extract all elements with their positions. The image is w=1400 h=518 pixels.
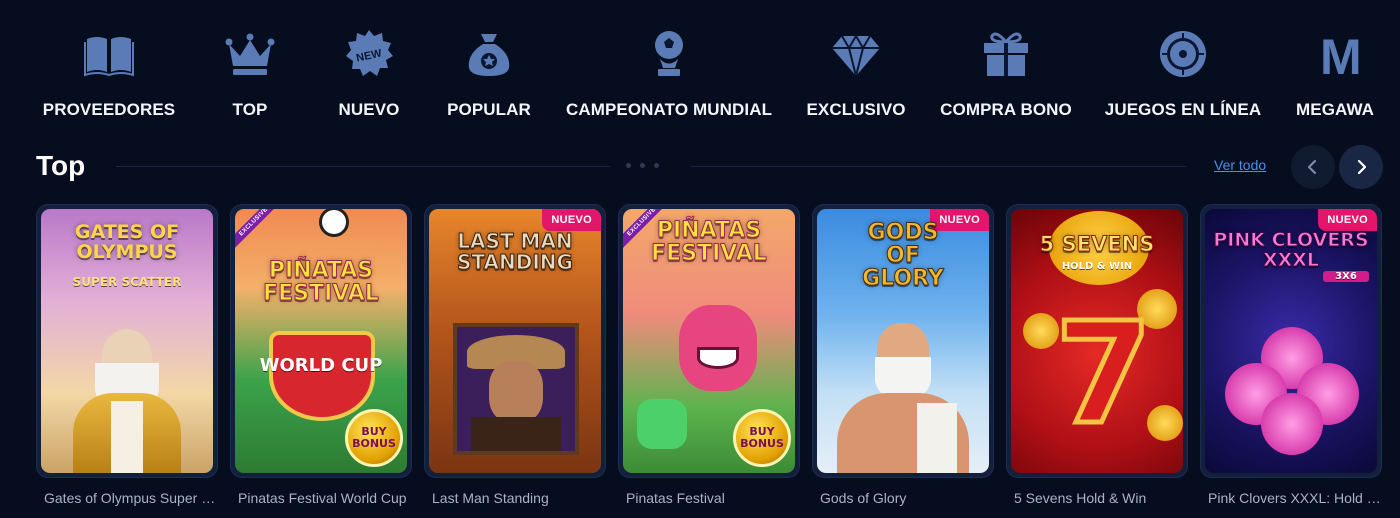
crown-icon — [222, 26, 278, 82]
new-badge-icon: NEW — [341, 26, 397, 82]
gold-coin — [1023, 313, 1059, 349]
category-nuevo[interactable]: NEW NUEVO — [337, 26, 401, 136]
game-card[interactable]: NUEVO Last Man Standing Last Man Standin… — [424, 204, 606, 506]
game-card[interactable]: Gates of Olympus Super Scatter Gates of … — [36, 204, 218, 506]
category-label: MEGAWA — [1296, 100, 1375, 119]
new-badge: NUEVO — [542, 209, 601, 231]
buy-bonus-badge: BUY BONUS — [345, 409, 403, 467]
game-name: Pink Clovers XXXL: Hold & Win — [1208, 490, 1382, 506]
category-top[interactable]: TOP — [220, 26, 280, 136]
buy-bonus-badge: BUY BONUS — [733, 409, 791, 467]
game-thumbnail: NUEVO Pink Clovers XXXL 3x6 — [1205, 209, 1377, 473]
category-popular[interactable]: POPULAR — [447, 26, 531, 136]
category-label: EXCLUSIVO — [806, 100, 906, 119]
game-card[interactable]: EXCLUSIVE Piñatas Festival World Cup BUY… — [230, 204, 412, 506]
book-icon — [81, 26, 137, 82]
section-title: Top — [36, 150, 86, 181]
thumbnail-title: Piñatas Festival — [651, 218, 768, 267]
game-card[interactable]: NUEVO Gods of Glory Gods of Glory — [812, 204, 994, 506]
category-proveedores[interactable]: PROVEEDORES — [43, 26, 175, 136]
portrait-frame — [453, 323, 579, 455]
clover-symbol — [1225, 327, 1361, 457]
thumbnail-title: Piñatas Festival — [263, 258, 380, 307]
thumbnail-title: Gates of Olympus — [74, 221, 180, 263]
game-thumbnail: NUEVO Last Man Standing — [429, 209, 601, 473]
new-badge: NUEVO — [1318, 209, 1377, 231]
thumbnail-title: Pink Clovers XXXL — [1213, 229, 1369, 271]
category-label: TOP — [232, 100, 268, 119]
game-name: Gods of Glory — [820, 490, 907, 506]
game-thumbnail: NUEVO Gods of Glory — [817, 209, 989, 473]
category-label: JUEGOS EN LÍNEA — [1104, 100, 1262, 119]
game-card[interactable]: EXCLUSIVE Piñatas Festival BUY BONUS Pin… — [618, 204, 800, 506]
thumbnail-title: Gods of Glory — [862, 220, 945, 292]
category-label: CAMPEONATO MUNDIAL — [565, 100, 773, 119]
category-label: NUEVO — [338, 100, 400, 119]
see-all-link[interactable]: Ver todo — [1214, 157, 1266, 173]
game-thumbnail: Gates of Olympus Super Scatter — [41, 209, 213, 473]
game-card[interactable]: NUEVO Pink Clovers XXXL 3x6 Pink Clovers… — [1200, 204, 1382, 506]
megaways-icon: M — [1316, 26, 1372, 82]
category-campeonato-mundial[interactable]: CAMPEONATO MUNDIAL — [565, 26, 773, 136]
thumbnail-title: 5 Sevens — [1039, 232, 1155, 256]
thumbnail-subtitle: Hold & Win — [1061, 261, 1133, 272]
game-name: 5 Sevens Hold & Win — [1014, 490, 1147, 506]
thumbnail-subtitle: World Cup — [259, 355, 383, 376]
chevron-right-icon — [1357, 159, 1367, 175]
chevron-left-icon — [1307, 159, 1317, 175]
game-name: Pinatas Festival World Cup — [238, 490, 407, 506]
shield-emblem — [269, 331, 375, 421]
games-carousel: Gates of Olympus Super Scatter Gates of … — [0, 204, 1400, 518]
divider — [690, 166, 1186, 167]
carousel-prev-button[interactable] — [1291, 145, 1335, 189]
category-label: POPULAR — [447, 100, 531, 119]
donkey-pinata — [637, 399, 687, 449]
zeus-figure — [67, 323, 187, 473]
category-megaways[interactable]: M MEGAWA — [1296, 26, 1400, 136]
game-thumbnail: 5 Sevens Hold & Win 7 — [1011, 209, 1183, 473]
seven-symbol: 7 — [1052, 293, 1154, 456]
game-card[interactable]: 5 Sevens Hold & Win 7 5 Sevens Hold & Wi… — [1006, 204, 1188, 506]
money-bag-icon — [461, 26, 517, 82]
section-header: Top Ver todo — [0, 145, 1400, 189]
category-compra-bono[interactable]: COMPRA BONO — [940, 26, 1072, 136]
game-thumbnail: EXCLUSIVE Piñatas Festival World Cup BUY… — [235, 209, 407, 473]
roulette-icon — [1155, 26, 1211, 82]
category-bar: PROVEEDORES TOP NEW NUEVO POPULAR CAMPEO… — [0, 26, 1400, 136]
category-juegos-en-linea[interactable]: JUEGOS EN LÍNEA — [1104, 26, 1262, 136]
diamond-icon — [828, 26, 884, 82]
game-name: Gates of Olympus Super Scatter — [44, 490, 218, 506]
category-exclusivo[interactable]: EXCLUSIVO — [806, 26, 906, 136]
game-name: Pinatas Festival — [626, 490, 725, 506]
divider — [116, 166, 610, 167]
pagination-dots — [626, 163, 659, 168]
thumbnail-subtitle: 3x6 — [1323, 271, 1369, 282]
category-label: COMPRA BONO — [940, 100, 1072, 119]
svg-text:M: M — [1320, 29, 1362, 80]
trophy-icon — [641, 26, 697, 82]
game-name: Last Man Standing — [432, 490, 549, 506]
thumbnail-title: Last Man Standing — [457, 229, 574, 274]
pig-pinata — [679, 305, 757, 391]
category-label: PROVEEDORES — [42, 100, 176, 119]
soccer-ball-icon — [319, 209, 349, 237]
god-figure — [833, 313, 973, 473]
gift-icon — [978, 26, 1034, 82]
thumbnail-subtitle: Super Scatter — [72, 275, 182, 289]
carousel-next-button[interactable] — [1339, 145, 1383, 189]
game-thumbnail: EXCLUSIVE Piñatas Festival BUY BONUS — [623, 209, 795, 473]
exclusive-badge: EXCLUSIVE — [235, 209, 282, 251]
